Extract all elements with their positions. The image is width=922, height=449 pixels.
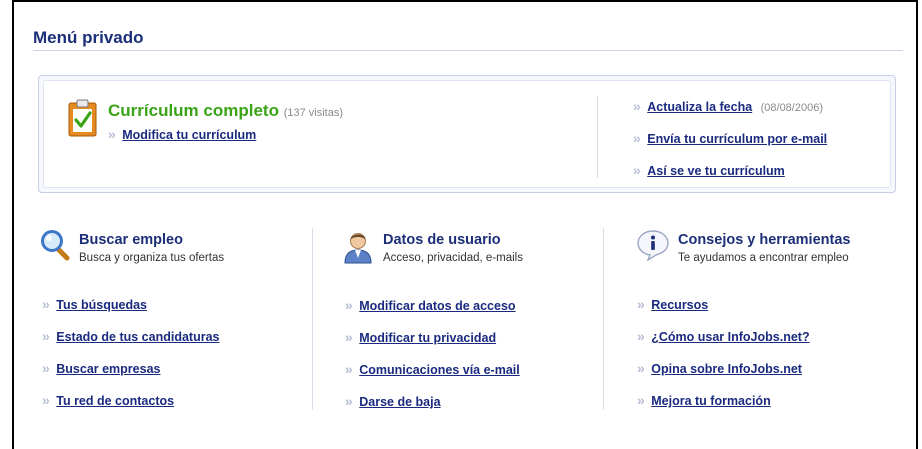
saved-searches-link[interactable]: Tus búsquedas	[56, 298, 147, 312]
clipboard-check-icon	[68, 99, 97, 137]
cv-action-row: » Envía tu currículum por e-mail	[633, 130, 827, 148]
chevron-icon: »	[42, 392, 50, 408]
edit-privacy-link[interactable]: Modificar tu privacidad	[359, 331, 496, 345]
list-item: » Comunicaciones vía e-mail	[345, 361, 520, 379]
chevron-icon: »	[345, 297, 353, 313]
list-item: » Tus búsquedas	[42, 296, 147, 314]
search-jobs-subtitle: Busca y organiza tus ofertas	[79, 252, 225, 264]
email-cv-link[interactable]: Envía tu currículum por e-mail	[647, 132, 827, 146]
list-item: » Mejora tu formación	[637, 392, 771, 410]
contacts-network-link[interactable]: Tu red de contactos	[56, 394, 174, 408]
list-item: » Recursos	[637, 296, 708, 314]
chevron-icon: »	[42, 296, 50, 312]
chevron-icon: »	[633, 98, 641, 114]
list-item: » Modificar datos de acceso	[345, 297, 516, 315]
chevron-icon: »	[345, 361, 353, 377]
list-item: » Tu red de contactos	[42, 392, 174, 410]
column-divider	[603, 228, 604, 410]
list-item: » Buscar empresas	[42, 360, 160, 378]
unsubscribe-link[interactable]: Darse de baja	[359, 395, 440, 409]
chevron-icon: »	[345, 393, 353, 409]
page-title: Menú privado	[33, 28, 144, 47]
improve-training-link[interactable]: Mejora tu formación	[651, 394, 770, 408]
chevron-icon: »	[633, 130, 641, 146]
update-date-value: (08/08/2006)	[760, 102, 823, 114]
user-icon	[344, 233, 372, 264]
chevron-icon: »	[637, 360, 645, 376]
feedback-link[interactable]: Opina sobre InfoJobs.net	[651, 362, 802, 376]
chevron-icon: »	[345, 329, 353, 345]
title-divider	[33, 50, 903, 51]
tips-tools-subtitle: Te ayudamos a encontrar empleo	[678, 252, 849, 264]
search-jobs-title: Buscar empleo	[79, 232, 183, 248]
email-communications-link[interactable]: Comunicaciones vía e-mail	[359, 363, 519, 377]
page-frame	[12, 0, 918, 449]
cv-status-heading: Currículum completo (137 visitas)	[108, 101, 343, 121]
list-item: » Modificar tu privacidad	[345, 329, 496, 347]
user-data-subtitle: Acceso, privacidad, e-mails	[383, 252, 523, 264]
preview-cv-link[interactable]: Así se ve tu currículum	[647, 164, 785, 178]
chevron-icon: »	[42, 360, 50, 376]
info-bubble-icon	[637, 230, 669, 261]
magnifier-icon	[41, 230, 70, 261]
cv-action-row: » Así se ve tu currículum	[633, 162, 785, 180]
search-companies-link[interactable]: Buscar empresas	[56, 362, 160, 376]
edit-access-data-link[interactable]: Modificar datos de acceso	[359, 299, 515, 313]
edit-cv-link[interactable]: Modifica tu currículum	[122, 128, 256, 142]
cv-visit-count: (137 visitas)	[283, 107, 343, 119]
chevron-icon: »	[108, 126, 116, 142]
how-to-use-link[interactable]: ¿Cómo usar InfoJobs.net?	[651, 330, 809, 344]
chevron-icon: »	[637, 392, 645, 408]
cv-edit-row: » Modifica tu currículum	[108, 126, 256, 144]
resources-link[interactable]: Recursos	[651, 298, 708, 312]
chevron-icon: »	[637, 296, 645, 312]
column-divider	[312, 228, 313, 410]
cv-panel-divider	[597, 96, 598, 178]
cv-status-text: Currículum completo	[108, 101, 279, 120]
chevron-icon: »	[633, 162, 641, 178]
chevron-icon: »	[637, 328, 645, 344]
list-item: » Opina sobre InfoJobs.net	[637, 360, 802, 378]
applications-status-link[interactable]: Estado de tus candidaturas	[56, 330, 219, 344]
list-item: » ¿Cómo usar InfoJobs.net?	[637, 328, 810, 346]
update-date-link[interactable]: Actualiza la fecha	[647, 100, 752, 114]
tips-tools-title: Consejos y herramientas	[678, 232, 851, 248]
chevron-icon: »	[42, 328, 50, 344]
cv-action-row: » Actualiza la fecha (08/08/2006)	[633, 98, 823, 116]
user-data-title: Datos de usuario	[383, 232, 501, 248]
list-item: » Darse de baja	[345, 393, 441, 411]
list-item: » Estado de tus candidaturas	[42, 328, 219, 346]
